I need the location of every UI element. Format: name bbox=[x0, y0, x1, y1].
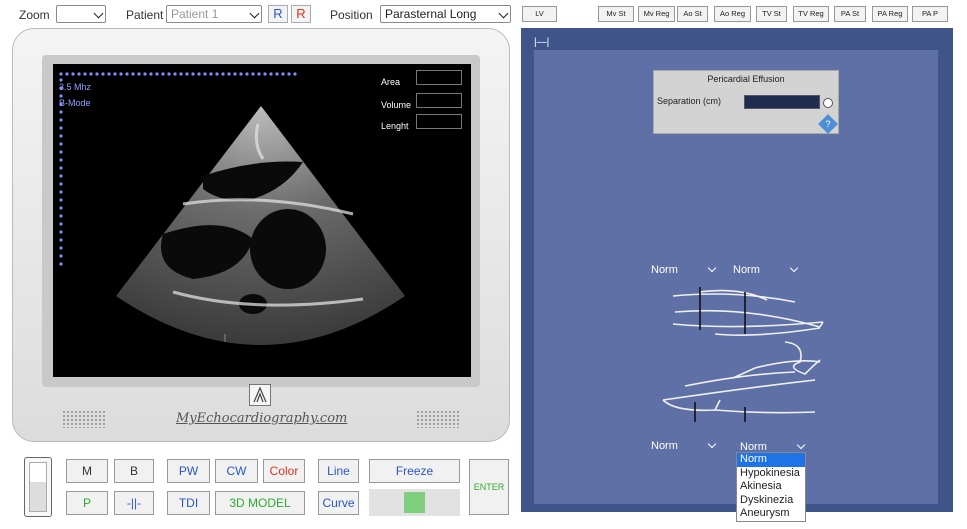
volume-value-box bbox=[416, 93, 462, 108]
position-select-value: Parasternal Long bbox=[385, 7, 477, 21]
wall-select-top-right[interactable]: Norm bbox=[731, 262, 801, 278]
chevron-down-icon bbox=[93, 8, 104, 19]
option-aneurysm[interactable]: Aneurysm bbox=[737, 507, 805, 521]
view-button-pa-p[interactable]: PA P bbox=[912, 6, 948, 22]
chevron-down-icon bbox=[249, 8, 260, 19]
chevron-down-icon bbox=[789, 263, 799, 273]
mode-text: B-Mode bbox=[59, 98, 91, 108]
p-button[interactable]: P bbox=[66, 491, 108, 515]
freeze-indicator-light bbox=[404, 492, 425, 513]
position-select[interactable]: Parasternal Long bbox=[380, 5, 511, 23]
separation-radio[interactable] bbox=[823, 98, 833, 108]
option-dyskinezia[interactable]: Dyskinezia bbox=[737, 494, 805, 508]
view-button-ao-st[interactable]: Ao St bbox=[677, 6, 708, 22]
wall-select-bottom-left[interactable]: Norm bbox=[649, 438, 719, 454]
chevron-down-icon bbox=[498, 8, 509, 19]
b-mode-button[interactable]: B bbox=[114, 459, 154, 483]
speaker-grille-left bbox=[62, 410, 106, 428]
reset-red-button[interactable]: R bbox=[291, 5, 311, 23]
gain-slider-track bbox=[29, 462, 47, 512]
help-icon-glyph: ? bbox=[825, 119, 831, 129]
reset-blue-button[interactable]: R bbox=[268, 5, 288, 23]
area-label: Area bbox=[381, 77, 401, 87]
zoom-select[interactable] bbox=[56, 5, 106, 23]
separation-label: Separation (cm) bbox=[657, 96, 722, 106]
enter-button[interactable]: ENTER bbox=[469, 459, 509, 515]
length-label: Lenght bbox=[381, 121, 409, 131]
speaker-grille-right bbox=[416, 410, 460, 428]
chevron-down-icon bbox=[707, 439, 717, 449]
gain-slider[interactable] bbox=[24, 457, 52, 517]
freeze-indicator bbox=[369, 489, 460, 516]
m-mode-button[interactable]: M bbox=[66, 459, 108, 483]
pw-button[interactable]: PW bbox=[167, 459, 210, 483]
option-hypokinesia[interactable]: Hypokinesia bbox=[737, 467, 805, 481]
length-value-box bbox=[416, 114, 462, 129]
wall-select-top-left[interactable]: Norm bbox=[649, 262, 719, 278]
separation-field[interactable] bbox=[744, 95, 820, 109]
view-button-pa-reg[interactable]: PA Reg bbox=[872, 6, 908, 22]
wall-select-value: Norm bbox=[733, 264, 760, 276]
frequency-text: 3.5 Mhz bbox=[59, 82, 92, 92]
view-button-mv-st[interactable]: Mv St bbox=[598, 6, 634, 22]
gain-slider-fill bbox=[30, 482, 46, 511]
chevron-down-icon bbox=[707, 263, 717, 273]
view-button-tv-st[interactable]: TV St bbox=[756, 6, 787, 22]
view-button-pa-st[interactable]: PA St bbox=[834, 6, 866, 22]
pericardial-effusion-box: Pericardial Effusion Separation (cm) ? bbox=[653, 70, 839, 134]
3d-model-button[interactable]: 3D MODEL bbox=[215, 491, 305, 515]
heart-wall-diagram bbox=[662, 287, 824, 422]
view-button-mv-reg[interactable]: Mv Reg bbox=[638, 6, 675, 22]
wall-select-value: Norm bbox=[651, 264, 678, 276]
patient-label: Patient bbox=[126, 8, 164, 22]
volume-label: Volume bbox=[381, 100, 412, 110]
option-akinesia[interactable]: Akinesia bbox=[737, 480, 805, 494]
cw-button[interactable]: CW bbox=[215, 459, 258, 483]
option-norm[interactable]: Norm bbox=[737, 453, 805, 467]
zoom-label: Zoom bbox=[19, 8, 50, 22]
resize-icon[interactable]: |—| bbox=[534, 37, 549, 48]
ultrasound-screen[interactable]: 3.5 Mhz B-Mode Area Volume Lenght bbox=[53, 64, 471, 377]
position-label: Position bbox=[330, 8, 373, 22]
chevron-down-icon bbox=[796, 440, 806, 450]
brand-logo-icon bbox=[249, 384, 271, 406]
wall-motion-dropdown-list: Norm Hypokinesia Akinesia Dyskinezia Ane… bbox=[736, 452, 806, 522]
caliper-button[interactable]: -||- bbox=[114, 491, 154, 515]
view-button-tv-reg[interactable]: TV Reg bbox=[793, 6, 829, 22]
echo-image bbox=[59, 72, 405, 345]
help-icon[interactable]: ? bbox=[818, 114, 838, 134]
area-value-box bbox=[416, 70, 462, 85]
tdi-button[interactable]: TDI bbox=[167, 491, 210, 515]
color-button[interactable]: Color bbox=[263, 459, 305, 483]
wall-select-value: Norm bbox=[651, 440, 678, 452]
pe-title: Pericardial Effusion bbox=[707, 74, 785, 84]
curve-button[interactable]: Curve bbox=[318, 491, 359, 515]
enter-label: ENTER bbox=[473, 482, 505, 492]
brand-text: MyEchocardiography.com bbox=[176, 411, 348, 426]
line-button[interactable]: Line bbox=[318, 459, 359, 483]
freeze-button[interactable]: Freeze bbox=[369, 459, 460, 483]
patient-select-value: Patient 1 bbox=[171, 7, 219, 21]
lv-button[interactable]: LV bbox=[522, 6, 557, 22]
patient-select[interactable]: Patient 1 bbox=[166, 5, 262, 23]
view-button-ao-reg[interactable]: Ao Reg bbox=[714, 6, 751, 22]
